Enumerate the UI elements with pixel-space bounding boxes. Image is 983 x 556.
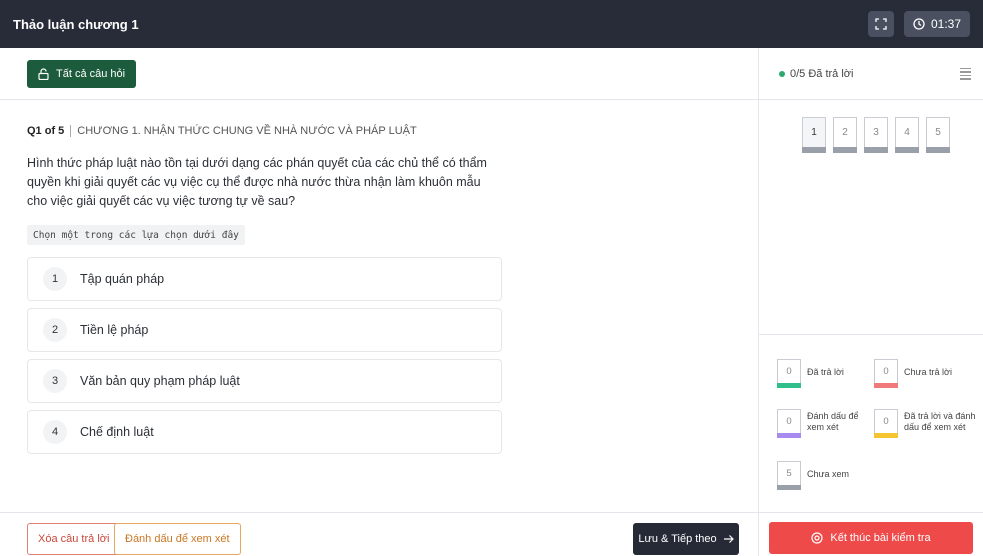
legend-count: 0 <box>777 359 801 383</box>
option-text: Văn bản quy phạm pháp luật <box>80 374 240 388</box>
target-icon <box>811 532 823 544</box>
question-navigator: 1 2 3 4 5 <box>802 117 950 153</box>
legend-label: Chưa xem <box>807 469 850 479</box>
all-questions-label: Tất cả câu hỏi <box>56 67 126 80</box>
question-nav-number: 5 <box>926 117 950 147</box>
divider <box>70 125 72 137</box>
clock-icon <box>913 18 925 30</box>
answer-option-1[interactable]: 1 Tập quán pháp <box>27 257 502 301</box>
question-panel-header: Tất cả câu hỏi <box>0 48 758 100</box>
question-chapter: CHƯƠNG 1. NHẬN THỨC CHUNG VỀ NHÀ NƯỚC VÀ… <box>77 125 417 137</box>
question-nav-1[interactable]: 1 <box>802 117 826 153</box>
question-nav-4[interactable]: 4 <box>895 117 919 153</box>
timer-value: 01:37 <box>930 17 961 31</box>
question-text: Hình thức pháp luật nào tồn tại dưới dạn… <box>27 156 487 208</box>
clear-answer-button[interactable]: Xóa câu trả lời <box>27 523 121 555</box>
legend-count: 0 <box>777 409 801 433</box>
end-test-button[interactable]: Kết thúc bài kiểm tra <box>769 522 973 554</box>
legend-answered-marked: 0 Đã trả lời và đánh dấu để xem xét <box>874 409 978 438</box>
all-questions-button[interactable]: Tất cả câu hỏi <box>27 59 137 88</box>
option-text: Tiền lệ pháp <box>80 323 149 337</box>
top-bar: Thảo luận chương 1 01:37 <box>0 0 983 48</box>
arrow-right-icon <box>723 535 734 543</box>
option-number: 4 <box>43 420 67 444</box>
sidebar-header: 0/5 Đã trả lời <box>759 48 983 100</box>
question-panel: Tất cả câu hỏi Q1 of 5 CHƯƠNG 1. NHẬN TH… <box>0 48 759 556</box>
page-title: Thảo luận chương 1 <box>13 16 139 32</box>
question-index: Q1 of 5 <box>27 125 65 137</box>
option-number: 1 <box>43 267 67 291</box>
expand-icon <box>875 18 887 30</box>
legend-not-viewed: 5 Chưa xem <box>777 461 849 490</box>
question-footer: Xóa câu trả lời Đánh dấu để xem xét Lưu … <box>0 512 759 556</box>
question-nav-3[interactable]: 3 <box>864 117 888 153</box>
answer-option-4[interactable]: 4 Chế định luật <box>27 410 502 454</box>
question-hint: Chọn một trong các lựa chọn dưới đây <box>27 225 245 245</box>
legend-count: 5 <box>777 461 801 485</box>
option-number: 2 <box>43 318 67 342</box>
legend-label: Đánh dấu để xem xét <box>807 411 859 432</box>
status-legend: 0 Đã trả lời 0 Chưa trả lời 0 Đánh dấu đ… <box>759 334 983 512</box>
save-next-label: Lưu & Tiếp theo <box>638 533 717 545</box>
option-text: Tập quán pháp <box>80 272 165 286</box>
legend-not-answered: 0 Chưa trả lời <box>874 359 952 388</box>
question-nav-number: 4 <box>895 117 919 147</box>
sidebar-footer: Kết thúc bài kiểm tra <box>759 512 983 556</box>
legend-label: Đã trả lời và đánh dấu để xem xét <box>904 411 976 432</box>
legend-count: 0 <box>874 359 898 383</box>
question-nav-number: 3 <box>864 117 888 147</box>
timer: 01:37 <box>903 11 970 37</box>
answered-status: 0/5 Đã trả lời <box>790 67 854 80</box>
legend-marked: 0 Đánh dấu để xem xét <box>777 409 871 438</box>
option-text: Chế định luật <box>80 425 154 439</box>
legend-label: Chưa trả lời <box>904 367 952 377</box>
end-test-label: Kết thúc bài kiểm tra <box>830 532 931 544</box>
legend-count: 0 <box>874 409 898 433</box>
save-next-button[interactable]: Lưu & Tiếp theo <box>633 523 739 555</box>
question-meta: Q1 of 5 CHƯƠNG 1. NHẬN THỨC CHUNG VỀ NHÀ… <box>27 125 417 137</box>
fullscreen-button[interactable] <box>867 11 894 37</box>
question-nav-2[interactable]: 2 <box>833 117 857 153</box>
unlock-icon <box>38 67 49 80</box>
status-dot <box>779 70 785 77</box>
option-number: 3 <box>43 369 67 393</box>
menu-icon[interactable] <box>960 67 971 80</box>
mark-for-review-button[interactable]: Đánh dấu để xem xét <box>114 523 241 555</box>
question-nav-number: 1 <box>802 117 826 147</box>
legend-label: Đã trả lời <box>807 367 844 377</box>
question-nav-5[interactable]: 5 <box>926 117 950 153</box>
legend-answered: 0 Đã trả lời <box>777 359 844 388</box>
answer-option-2[interactable]: 2 Tiền lệ pháp <box>27 308 502 352</box>
question-nav-number: 2 <box>833 117 857 147</box>
answer-option-3[interactable]: 3 Văn bản quy phạm pháp luật <box>27 359 502 403</box>
navigator-sidebar: 0/5 Đã trả lời 1 2 3 4 5 0 Đã trả lời 0 … <box>759 48 983 556</box>
